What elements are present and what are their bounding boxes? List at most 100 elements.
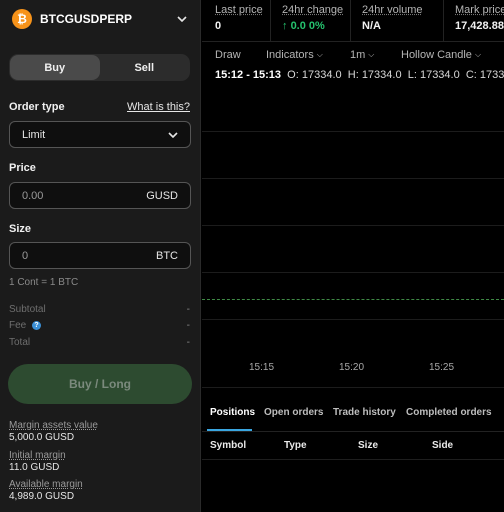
fee-label: Fee [9, 320, 27, 331]
chart-gridline [202, 319, 504, 320]
tab-open-orders[interactable]: Open orders [264, 407, 323, 418]
ohlc-readout: 15:12 - 15:13 O: 17334.0 H: 17334.0 L: 1… [215, 69, 504, 81]
mark-price-label: Mark price [455, 4, 504, 16]
close-value: 17334.0 [479, 69, 504, 81]
available-margin-label[interactable]: Available margin [9, 479, 83, 490]
x-tick-label: 15:15 [249, 362, 275, 373]
tab-completed-orders[interactable]: Completed orders [406, 407, 492, 418]
sell-tab[interactable]: Sell [100, 55, 190, 80]
mark-price-stat: Mark price 17,428.88 [455, 4, 504, 32]
arrow-up-icon: ↑ [282, 20, 288, 32]
indicators-label: Indicators [266, 49, 314, 61]
contract-note: 1 Cont = 1 BTC [9, 277, 79, 288]
stat-divider [270, 0, 271, 42]
symbol-name: BTCGUSDPERP [40, 12, 133, 26]
column-header-size: Size [358, 440, 379, 451]
volume-value: N/A [362, 20, 381, 32]
available-margin-value: 4,989.0 GUSD [9, 491, 75, 502]
margin-assets-value: 5,000.0 GUSD [9, 432, 75, 443]
size-unit: BTC [156, 249, 178, 262]
fee-row: Fee ? - [9, 320, 190, 331]
chevron-down-icon: ⌵ [368, 50, 375, 59]
volume-stat: 24hr volume N/A [362, 4, 423, 32]
last-price-stat: Last price 0 [215, 4, 263, 32]
draw-label: Draw [215, 49, 241, 61]
chart-gridline [202, 131, 504, 132]
price-unit: GUSD [146, 189, 178, 202]
order-type-label: Order type [9, 101, 65, 113]
total-row: Total - [9, 337, 190, 348]
indicators-dropdown[interactable]: Indicators ⌵ [266, 49, 323, 61]
open-label: O: [287, 69, 299, 81]
subtotal-row: Subtotal - [9, 304, 190, 315]
low-label: L: [407, 69, 417, 81]
size-placeholder: 0 [22, 249, 29, 262]
tab-trade-history[interactable]: Trade history [333, 407, 396, 418]
x-tick-label: 15:20 [339, 362, 365, 373]
price-placeholder: 0.00 [22, 189, 44, 202]
mark-price-value: 17,428.88 [455, 20, 504, 32]
low-value: 17334.0 [419, 69, 460, 81]
market-area: Last price 0 24hr change ↑ 0.0 0% 24hr v… [202, 0, 504, 512]
order-type-select[interactable]: Limit [9, 121, 191, 148]
x-tick-label: 15:25 [429, 362, 455, 373]
order-type-value: Limit [22, 128, 46, 141]
price-input[interactable]: 0.00 GUSD [9, 182, 191, 209]
size-label: Size [9, 223, 32, 235]
price-label: Price [9, 162, 36, 174]
tabs-divider [202, 431, 504, 432]
what-is-this-link[interactable]: What is this? [127, 101, 190, 113]
orders-tabs: Positions Open orders Trade history Comp… [202, 402, 504, 432]
last-price-value: 0 [215, 20, 222, 32]
stat-divider [443, 0, 444, 42]
stat-divider [350, 0, 351, 42]
initial-margin-value: 11.0 GUSD [9, 462, 60, 473]
chart-gridline [202, 178, 504, 179]
current-price-line [202, 299, 504, 300]
change-value-row: ↑ 0.0 0% [282, 20, 343, 32]
column-header-symbol: Symbol [210, 440, 247, 451]
market-stats-bar: Last price 0 24hr change ↑ 0.0 0% 24hr v… [202, 0, 504, 42]
margin-assets-label[interactable]: Margin assets value [9, 420, 98, 431]
table-header-divider [202, 459, 504, 460]
column-header-side: Side [432, 440, 454, 451]
order-panel: ₿ BTCGUSDPERP Buy Sell Order type What i… [0, 0, 201, 512]
buy-sell-toggle: Buy Sell [9, 54, 190, 81]
total-value: - [186, 337, 190, 348]
change-value: 0.0 0% [290, 20, 325, 32]
total-label: Total [9, 337, 31, 348]
chart-toolbar: Draw Indicators ⌵ 1m ⌵ Hollow Candle ⌵ [202, 44, 504, 66]
subtotal-value: - [186, 304, 190, 315]
open-value: 17334.0 [301, 69, 342, 81]
chevron-down-icon[interactable] [176, 13, 188, 25]
chevron-down-icon [168, 129, 178, 141]
chevron-down-icon: ⌵ [316, 50, 323, 59]
candle-style-dropdown[interactable]: Hollow Candle ⌵ [401, 49, 481, 61]
chart-gridline [202, 387, 504, 388]
size-input[interactable]: 0 BTC [9, 242, 191, 269]
buy-tab[interactable]: Buy [10, 55, 100, 80]
chart-gridline [202, 225, 504, 226]
interval-label: 1m [350, 49, 366, 61]
buy-long-button[interactable]: Buy / Long [8, 364, 192, 404]
interval-dropdown[interactable]: 1m ⌵ [350, 49, 374, 61]
candle-style-label: Hollow Candle [401, 49, 472, 61]
high-label: H: [347, 69, 359, 81]
tab-positions[interactable]: Positions [210, 407, 255, 418]
change-stat: 24hr change ↑ 0.0 0% [282, 4, 343, 32]
chart-gridline [202, 272, 504, 273]
draw-button[interactable]: Draw [215, 49, 241, 61]
high-value: 17334.0 [361, 69, 402, 81]
close-label: C: [465, 69, 477, 81]
bitcoin-icon: ₿ [12, 9, 32, 29]
change-label: 24hr change [282, 4, 344, 16]
last-price-label: Last price [215, 4, 263, 16]
help-icon[interactable]: ? [32, 320, 42, 330]
subtotal-label: Subtotal [9, 304, 46, 315]
ohlc-range: 15:12 - 15:13 [215, 69, 282, 81]
volume-label: 24hr volume [362, 4, 423, 16]
initial-margin-label[interactable]: Initial margin [9, 450, 66, 461]
symbol-selector[interactable]: ₿ BTCGUSDPERP [12, 8, 188, 30]
chevron-down-icon: ⌵ [474, 50, 482, 59]
fee-value: - [186, 320, 190, 331]
